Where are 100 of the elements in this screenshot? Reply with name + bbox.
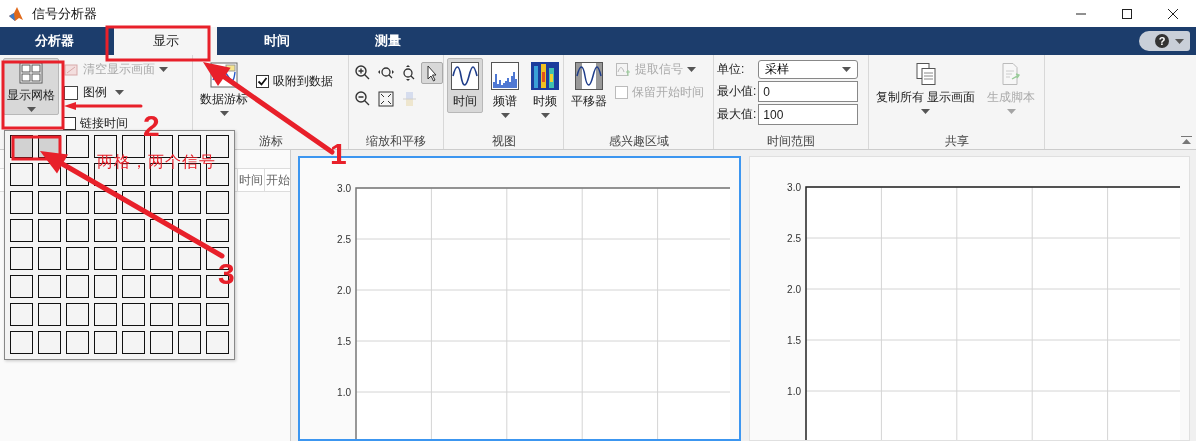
caret-icon [1175, 38, 1184, 44]
spectrogram-icon [531, 62, 559, 90]
link-time-checkbox[interactable]: 链接时间 [63, 114, 128, 133]
grid-cell[interactable] [122, 303, 145, 326]
step-number: 2 [143, 109, 160, 142]
grid-cell[interactable] [94, 275, 117, 298]
grid-cell[interactable] [38, 331, 61, 354]
zoom-tool-button[interactable] [375, 88, 397, 110]
grid-cell[interactable] [66, 303, 89, 326]
caret-icon [687, 67, 696, 72]
panner-button[interactable]: 平移器 [567, 58, 611, 113]
grid-cell[interactable] [38, 275, 61, 298]
grid-cell[interactable] [178, 247, 201, 270]
grid-cell[interactable] [206, 331, 229, 354]
grid-cell[interactable] [10, 191, 33, 214]
view-button[interactable]: 频谱 [487, 58, 523, 121]
grid-cell[interactable] [122, 331, 145, 354]
section-label: 时间范围 [767, 133, 815, 149]
app-logo-icon [8, 5, 24, 22]
grid-cell[interactable] [206, 191, 229, 214]
grid-cell[interactable] [206, 219, 229, 242]
column-header[interactable]: 开始 [264, 169, 290, 191]
grid-cell[interactable] [94, 331, 117, 354]
ribbon-tab[interactable]: 显示 [114, 27, 217, 55]
y-tick-label: 1.5 [787, 335, 801, 346]
section-label: 感兴趣区域 [608, 133, 669, 149]
grid-cell[interactable] [66, 191, 89, 214]
grid-cell[interactable] [66, 247, 89, 270]
min-value-field[interactable]: 0 [758, 81, 859, 102]
caret-icon [115, 90, 124, 95]
collapse-ribbon-icon[interactable] [1181, 136, 1192, 145]
field-label: 最大值: [717, 106, 757, 123]
view-button[interactable]: 时频 [527, 58, 563, 121]
max-value-field[interactable]: 100 [758, 104, 859, 125]
copy-displays-button[interactable]: 复制所有 显示画面 [872, 58, 980, 117]
grid-cell[interactable] [10, 247, 33, 270]
grid-cell[interactable] [94, 303, 117, 326]
zoom-tool-button[interactable] [421, 62, 443, 84]
grid-cell[interactable] [94, 247, 117, 270]
grid-cell[interactable] [38, 191, 61, 214]
grid-cell[interactable] [122, 247, 145, 270]
maximize-icon[interactable] [1121, 7, 1133, 20]
grid-cell[interactable] [150, 275, 173, 298]
copy-icon [914, 62, 937, 86]
plot-panel[interactable]: 3.0 2.5 2.0 1.5 1.0 [749, 156, 1190, 441]
y-tick-label: 2.5 [787, 233, 801, 244]
grid-cell[interactable] [122, 219, 145, 242]
grid-cell[interactable] [10, 219, 33, 242]
y-tick-label: 3.0 [337, 183, 351, 194]
grid-cell[interactable] [178, 275, 201, 298]
eraser-icon [63, 61, 79, 78]
units-dropdown[interactable]: 采样 [758, 60, 859, 79]
checkmark-icon [257, 76, 268, 87]
grid-cell[interactable] [206, 303, 229, 326]
grid-cell[interactable] [150, 331, 173, 354]
zoom-in-icon [354, 64, 372, 82]
ribbon-tab[interactable]: 测量 [336, 27, 439, 55]
grid-cell[interactable] [38, 303, 61, 326]
grid-cell[interactable] [94, 191, 117, 214]
ribbon-tab[interactable]: 分析器 [3, 27, 106, 55]
grid-cell[interactable] [178, 191, 201, 214]
grid-cell[interactable] [66, 135, 89, 158]
view-button[interactable]: 时间 [447, 58, 483, 113]
y-tick-label: 1.5 [337, 336, 351, 347]
caret-icon [219, 111, 229, 116]
grid-cell[interactable] [66, 219, 89, 242]
grid-cell[interactable] [94, 219, 117, 242]
color-bar-icon [400, 90, 418, 108]
y-tick-label: 1.0 [787, 386, 801, 397]
grid-cell[interactable] [178, 331, 201, 354]
caret-icon [921, 109, 931, 114]
grid-cell[interactable] [150, 191, 173, 214]
section-label: 共享 [944, 133, 969, 149]
grid-cell[interactable] [38, 219, 61, 242]
close-icon[interactable] [1167, 7, 1179, 20]
grid-cell[interactable] [178, 303, 201, 326]
caret-icon [500, 113, 510, 118]
grid-cell[interactable] [10, 275, 33, 298]
grid-cell[interactable] [150, 247, 173, 270]
grid-cell[interactable] [38, 247, 61, 270]
column-header[interactable]: 时间 [237, 169, 264, 191]
grid-cell[interactable] [122, 275, 145, 298]
grid-cell[interactable] [10, 331, 33, 354]
highlight-frame [11, 135, 62, 161]
grid-cell[interactable] [10, 163, 33, 186]
grid-cell[interactable] [150, 303, 173, 326]
checkbox[interactable] [256, 75, 269, 88]
field-label: 最小值: [717, 83, 757, 100]
grid-cell[interactable] [10, 303, 33, 326]
snap-to-data-checkbox[interactable]: 吸附到数据 [256, 72, 333, 91]
ribbon-tab[interactable]: 时间 [225, 27, 328, 55]
help-button[interactable]: ? [1139, 31, 1190, 51]
fit-view-icon [377, 90, 395, 108]
show-grid-button[interactable]: 显示网格 [3, 58, 59, 115]
section-label: 视图 [491, 133, 516, 149]
sine-wave-icon [451, 62, 479, 90]
legend-button[interactable]: 图例 [63, 83, 124, 102]
script-icon [1000, 62, 1023, 86]
grid-cell[interactable] [66, 275, 89, 298]
grid-cell[interactable] [66, 331, 89, 354]
